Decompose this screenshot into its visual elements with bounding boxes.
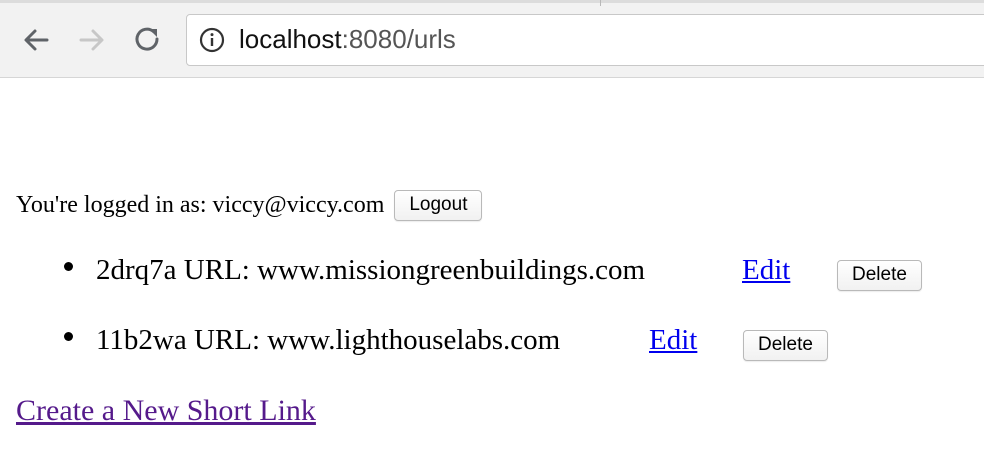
bullet-icon (64, 332, 73, 341)
address-bar-url[interactable]: localhost:8080/urls (239, 24, 456, 55)
url-port-path: :8080/urls (341, 24, 456, 54)
url-entry-text: 11b2wa URL: www.lighthouselabs.com (96, 324, 561, 356)
create-short-link[interactable]: Create a New Short Link (16, 394, 316, 428)
bullet-icon (64, 262, 73, 271)
edit-link[interactable]: Edit (742, 254, 790, 287)
browser-toolbar: localhost:8080/urls (0, 0, 984, 78)
info-icon[interactable] (199, 27, 225, 53)
address-bar[interactable]: localhost:8080/urls (186, 14, 984, 66)
edit-link[interactable]: Edit (649, 324, 697, 357)
reload-button[interactable] (130, 22, 166, 58)
tab-strip (0, 0, 984, 6)
reload-icon (135, 27, 159, 51)
login-text: You're logged in as: viccy@viccy.com (16, 192, 385, 218)
forward-button[interactable] (74, 22, 110, 58)
delete-button[interactable]: Delete (837, 260, 922, 291)
login-status: You're logged in as: viccy@viccy.com Log… (16, 190, 483, 221)
url-host: localhost (239, 24, 342, 54)
url-entry-text: 2drq7a URL: www.missiongreenbuildings.co… (96, 254, 646, 286)
arrow-right-icon (79, 29, 104, 51)
arrow-left-icon (24, 29, 49, 51)
back-button[interactable] (18, 22, 54, 58)
logout-button[interactable]: Logout (394, 190, 483, 221)
delete-button[interactable]: Delete (743, 330, 828, 361)
